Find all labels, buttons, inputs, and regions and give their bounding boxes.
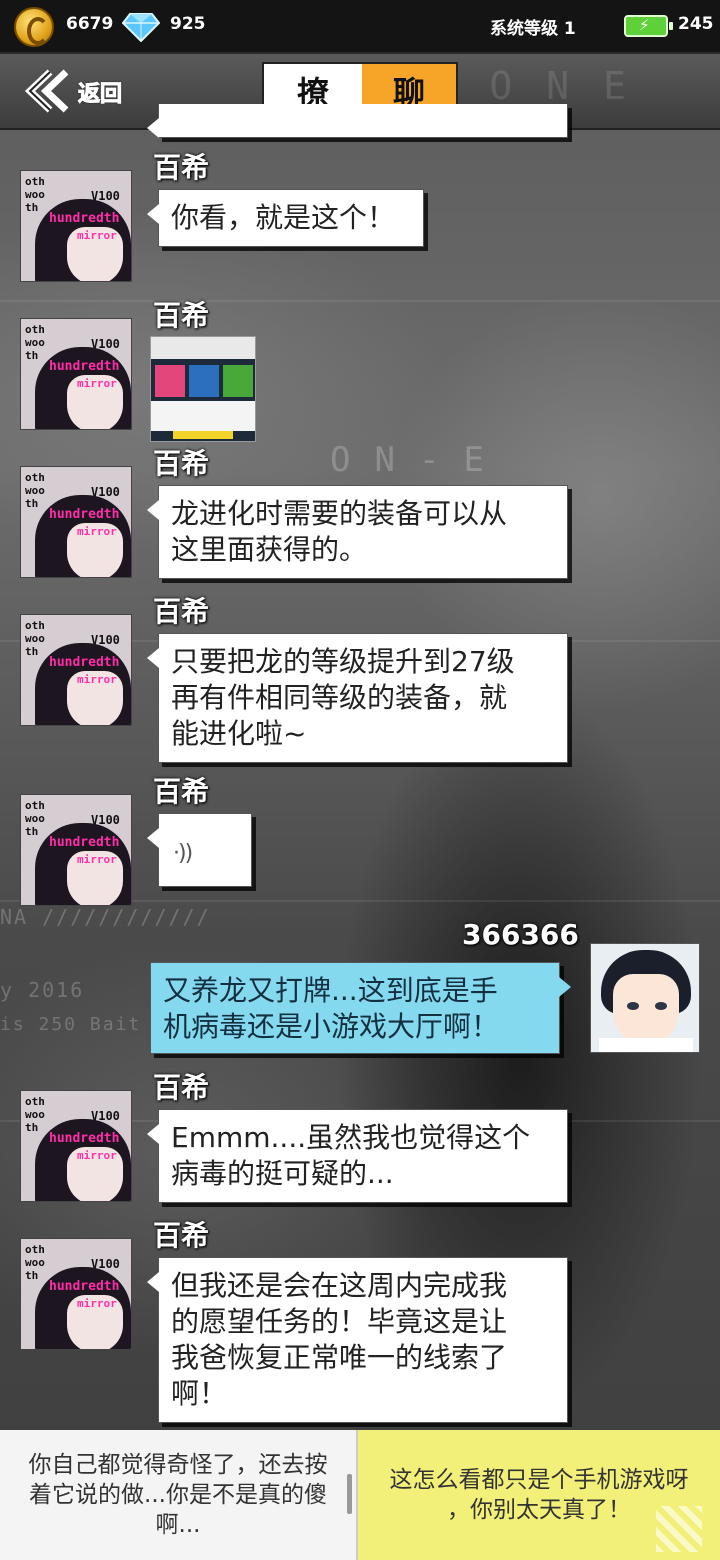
- choice-scrollbar[interactable]: [347, 1474, 352, 1514]
- back-label: 返回: [77, 82, 123, 108]
- coin-count: 6679: [66, 14, 114, 34]
- image-message-thumbnail[interactable]: [150, 336, 256, 442]
- sender-name: 百希: [153, 299, 210, 332]
- choice-line: 这怎么看都只是个手机游戏呀: [389, 1467, 689, 1493]
- message-line: 病毒的挺可疑的...: [171, 1157, 394, 1190]
- coin-icon: [14, 7, 54, 47]
- avatar[interactable]: oth woo th V100 hundredth mirror: [20, 466, 132, 578]
- sender-name: 百希: [153, 1071, 210, 1104]
- message-bubble: 龙进化时需要的装备可以从 这里面获得的。: [147, 485, 568, 579]
- reply-choice-a[interactable]: 你自己都觉得奇怪了，还去按 着它说的做...你是不是真的傻 啊...: [0, 1430, 358, 1560]
- message-line: 只要把龙的等级提升到27级: [171, 645, 515, 678]
- choice-line: ，你别太天真了！: [447, 1497, 631, 1523]
- message-line: 能进化啦~: [171, 717, 307, 750]
- message-bubble: Emmm....虽然我也觉得这个 病毒的挺可疑的...: [147, 1109, 568, 1203]
- previous-message-bubble: [147, 104, 568, 138]
- message-line: 啊！: [171, 1377, 228, 1410]
- diamond-count: 925: [170, 14, 206, 34]
- my-message-bubble: 又养龙又打牌...这到底是手 机病毒还是小游戏大厅啊！: [150, 962, 571, 1054]
- message-line: 我爸恢复正常唯一的线索了: [171, 1341, 508, 1374]
- choice-line: 你自己都觉得奇怪了，还去按: [28, 1452, 328, 1478]
- avatar[interactable]: oth woo th V100 hundredth mirror: [20, 614, 132, 726]
- avatar[interactable]: oth woo th V100 hundredth mirror: [20, 1090, 132, 1202]
- choice-line: 着它说的做...你是不是真的傻: [29, 1482, 327, 1508]
- message-text: 你看，就是这个！: [171, 201, 396, 234]
- sender-name: 百希: [153, 151, 210, 184]
- message-line: 的愿望任务的！毕竟这是让: [171, 1305, 508, 1338]
- avatar[interactable]: oth woo th V100 hundredth mirror: [20, 318, 132, 430]
- message-line: 机病毒还是小游戏大厅啊！: [163, 1010, 500, 1043]
- message-line: 但我还是会在这周内完成我: [171, 1269, 508, 1302]
- sender-name: 百希: [153, 447, 210, 480]
- battery-icon: [624, 15, 673, 37]
- sender-name: 百希: [153, 775, 210, 808]
- avatar[interactable]: oth woo th V100 hundredth mirror: [20, 170, 132, 282]
- back-arrow-icon: [24, 69, 69, 113]
- avatar[interactable]: oth woo th V100 hundredth mirror: [20, 1238, 132, 1350]
- sender-name: 366366: [462, 918, 579, 951]
- sender-name: 百希: [153, 595, 210, 628]
- reply-choice-b[interactable]: 这怎么看都只是个手机游戏呀 ，你别太天真了！: [358, 1430, 720, 1560]
- diamond-icon: [122, 13, 160, 42]
- reply-choices: 你自己都觉得奇怪了，还去按 着它说的做...你是不是真的傻 啊... 这怎么看都…: [0, 1430, 720, 1560]
- message-line: 这里面获得的。: [171, 533, 368, 566]
- back-button[interactable]: 返回: [20, 66, 138, 116]
- message-line: 龙进化时需要的装备可以从: [171, 497, 508, 530]
- voice-icon: ·)): [173, 841, 193, 866]
- voice-message-bubble[interactable]: ·)): [147, 813, 252, 887]
- message-line: Emmm....虽然我也觉得这个: [171, 1121, 531, 1154]
- sender-name: 百希: [153, 1219, 210, 1252]
- message-bubble: 只要把龙的等级提升到27级 再有件相同等级的装备，就 能进化啦~: [147, 633, 568, 763]
- message-bubble: 但我还是会在这周内完成我 的愿望任务的！毕竟这是让 我爸恢复正常唯一的线索了 啊…: [147, 1257, 568, 1423]
- user-avatar[interactable]: [590, 943, 700, 1053]
- status-bar: 6679 925 系统等级 1 245: [0, 0, 720, 52]
- message-bubble: 你看，就是这个！: [147, 189, 424, 247]
- energy-count: 245: [678, 14, 714, 34]
- choice-line: 啊...: [155, 1512, 201, 1538]
- avatar[interactable]: oth woo th V100 hundredth mirror: [20, 794, 132, 906]
- decorative-pattern: [656, 1506, 702, 1552]
- message-line: 再有件相同等级的装备，就: [171, 681, 508, 714]
- system-level: 系统等级 1: [490, 19, 576, 39]
- message-line: 又养龙又打牌...这到底是手: [163, 974, 498, 1007]
